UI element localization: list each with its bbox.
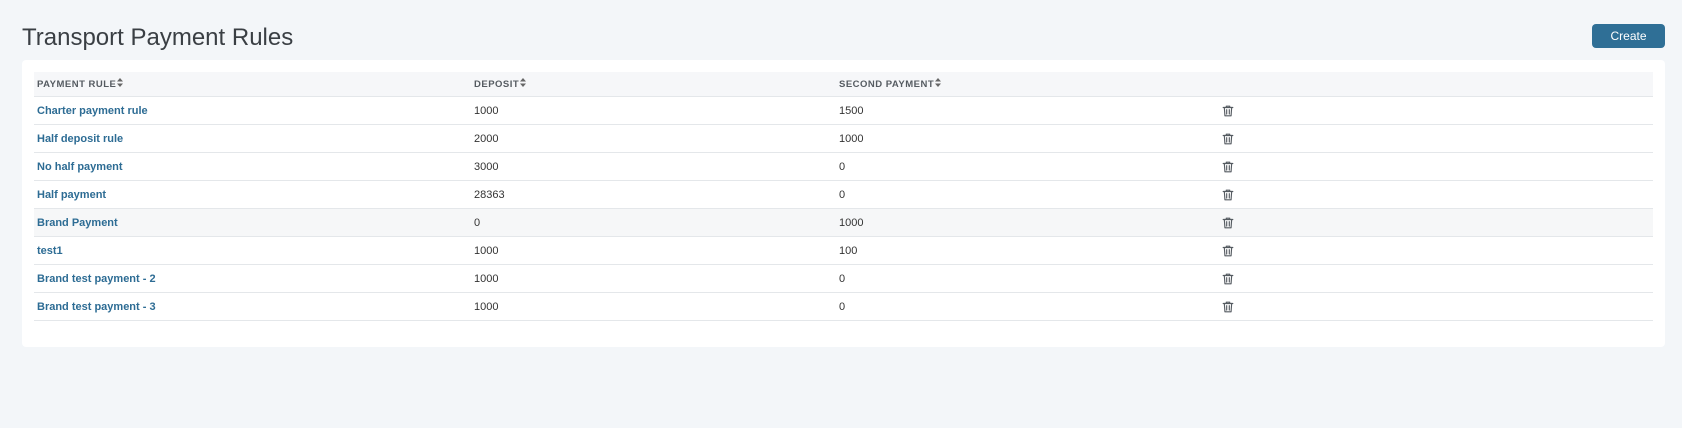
cell-deposit: 1000 bbox=[471, 236, 836, 265]
cell-deposit: 1000 bbox=[471, 264, 836, 293]
cell-second-payment: 1000 bbox=[836, 124, 1218, 153]
table-body: Charter payment rule 1000 1500 Half deposit… bbox=[34, 96, 1653, 321]
trash-icon[interactable] bbox=[1221, 104, 1235, 118]
payment-rule-link[interactable]: Brand test payment - 3 bbox=[37, 301, 156, 313]
table-row: Half payment 28363 0 bbox=[34, 180, 1653, 209]
trash-icon[interactable] bbox=[1221, 272, 1235, 286]
column-header-second-payment[interactable]: SECOND PAYMENT bbox=[836, 72, 1218, 97]
cell-deposit: 28363 bbox=[471, 180, 836, 209]
column-header-actions bbox=[1218, 72, 1653, 97]
cell-deposit: 3000 bbox=[471, 152, 836, 181]
payment-rule-link[interactable]: Half payment bbox=[37, 189, 106, 201]
column-header-label: DEPOSIT bbox=[474, 79, 520, 90]
cell-payment-rule: Brand test payment - 2 bbox=[34, 264, 471, 293]
cell-actions bbox=[1218, 208, 1653, 237]
sort-icon[interactable] bbox=[935, 78, 942, 89]
column-header-deposit[interactable]: DEPOSIT bbox=[471, 72, 836, 97]
cell-second-payment: 0 bbox=[836, 264, 1218, 293]
cell-deposit: 1000 bbox=[471, 292, 836, 321]
page-header: Transport Payment Rules Create bbox=[22, 22, 1665, 54]
cell-actions bbox=[1218, 292, 1653, 321]
cell-second-payment: 100 bbox=[836, 236, 1218, 265]
payment-rule-link[interactable]: Brand Payment bbox=[37, 217, 118, 229]
trash-icon[interactable] bbox=[1221, 160, 1235, 174]
cell-payment-rule: Brand Payment bbox=[34, 208, 471, 237]
cell-actions bbox=[1218, 152, 1653, 181]
cell-actions bbox=[1218, 96, 1653, 125]
column-header-label: PAYMENT RULE bbox=[37, 79, 117, 90]
table-row: Brand test payment - 3 1000 0 bbox=[34, 292, 1653, 321]
trash-icon[interactable] bbox=[1221, 216, 1235, 230]
sort-icon[interactable] bbox=[117, 78, 124, 89]
cell-second-payment: 0 bbox=[836, 292, 1218, 321]
payment-rules-table: PAYMENT RULE DEPOSIT SECOND PAYMENT Char… bbox=[34, 72, 1653, 321]
cell-payment-rule: No half payment bbox=[34, 152, 471, 181]
payment-rule-link[interactable]: No half payment bbox=[37, 161, 123, 173]
cell-second-payment: 1500 bbox=[836, 96, 1218, 125]
cell-deposit: 1000 bbox=[471, 96, 836, 125]
trash-icon[interactable] bbox=[1221, 244, 1235, 258]
cell-deposit: 2000 bbox=[471, 124, 836, 153]
column-header-payment-rule[interactable]: PAYMENT RULE bbox=[34, 72, 471, 97]
page-title: Transport Payment Rules bbox=[22, 24, 294, 51]
cell-actions bbox=[1218, 264, 1653, 293]
cell-second-payment: 1000 bbox=[836, 208, 1218, 237]
table-row: Charter payment rule 1000 1500 bbox=[34, 96, 1653, 125]
payment-rule-link[interactable]: Charter payment rule bbox=[37, 105, 148, 117]
payment-rule-link[interactable]: Half deposit rule bbox=[37, 133, 123, 145]
cell-second-payment: 0 bbox=[836, 152, 1218, 181]
column-header-label: SECOND PAYMENT bbox=[839, 79, 935, 90]
trash-icon[interactable] bbox=[1221, 300, 1235, 314]
table-row: Brand test payment - 2 1000 0 bbox=[34, 264, 1653, 293]
rules-card: PAYMENT RULE DEPOSIT SECOND PAYMENT Char… bbox=[22, 60, 1665, 347]
cell-actions bbox=[1218, 236, 1653, 265]
payment-rule-link[interactable]: test1 bbox=[37, 245, 63, 257]
cell-payment-rule: Half deposit rule bbox=[34, 124, 471, 153]
table-row: test1 1000 100 bbox=[34, 236, 1653, 265]
trash-icon[interactable] bbox=[1221, 188, 1235, 202]
cell-payment-rule: Charter payment rule bbox=[34, 96, 471, 125]
cell-actions bbox=[1218, 180, 1653, 209]
sort-icon[interactable] bbox=[520, 78, 527, 89]
table-row: Brand Payment 0 1000 bbox=[34, 208, 1653, 237]
trash-icon[interactable] bbox=[1221, 132, 1235, 146]
cell-deposit: 0 bbox=[471, 208, 836, 237]
cell-payment-rule: test1 bbox=[34, 236, 471, 265]
cell-payment-rule: Half payment bbox=[34, 180, 471, 209]
create-button[interactable]: Create bbox=[1592, 24, 1665, 48]
cell-actions bbox=[1218, 124, 1653, 153]
cell-payment-rule: Brand test payment - 3 bbox=[34, 292, 471, 321]
table-row: Half deposit rule 2000 1000 bbox=[34, 124, 1653, 153]
table-row: No half payment 3000 0 bbox=[34, 152, 1653, 181]
table-header-row: PAYMENT RULE DEPOSIT SECOND PAYMENT bbox=[34, 72, 1653, 97]
cell-second-payment: 0 bbox=[836, 180, 1218, 209]
payment-rule-link[interactable]: Brand test payment - 2 bbox=[37, 273, 156, 285]
